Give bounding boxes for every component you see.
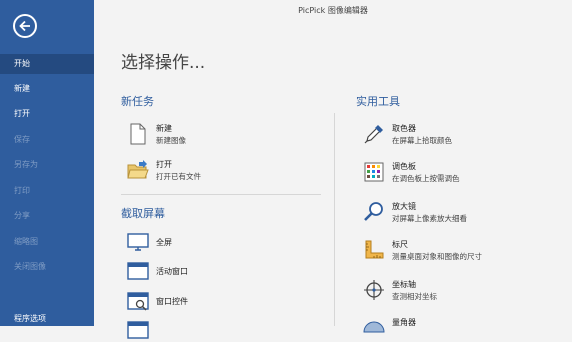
- magnifier-item[interactable]: 放大镜 对屏幕上像素放大细看: [362, 200, 562, 226]
- page-title: 选择操作...: [121, 53, 206, 73]
- open-file-item[interactable]: 打开 打开已有文件: [126, 158, 316, 184]
- open-folder-icon: [127, 160, 149, 179]
- new-image-item[interactable]: 新建 新建图像: [126, 122, 316, 148]
- ruler-icon: [365, 240, 384, 259]
- color-picker-item[interactable]: 取色器 在屏幕上拾取颜色: [362, 122, 562, 148]
- sidebar-item-options[interactable]: 程序选项: [0, 309, 94, 329]
- window-title: PicPick 图像编辑器: [298, 6, 368, 15]
- open-file-desc: 打开已有文件: [156, 172, 201, 181]
- capture-active-window-item[interactable]: 活动窗口: [126, 259, 316, 283]
- arrow-left-icon: [19, 20, 30, 32]
- magnifier-icon: [364, 202, 383, 221]
- crosshair-label: 坐标轴: [392, 280, 416, 289]
- capture-window-control-label: 窗口控件: [156, 297, 188, 306]
- palette-item[interactable]: 调色板 在调色板上按需调色: [362, 160, 562, 186]
- crosshair-item[interactable]: 坐标轴 查测相对坐标: [362, 278, 562, 304]
- color-picker-label: 取色器: [392, 124, 416, 133]
- eyedropper-icon: [364, 125, 383, 144]
- capture-fullscreen-label: 全屏: [156, 238, 172, 247]
- capture-active-window-label: 活动窗口: [156, 267, 188, 276]
- sidebar-item-print[interactable]: 打印: [0, 181, 94, 201]
- new-image-desc: 新建图像: [156, 136, 186, 145]
- open-file-label: 打开: [156, 160, 172, 169]
- crosshair-desc: 查测相对坐标: [392, 292, 437, 301]
- section-capture-heading: 截取屏幕: [121, 207, 165, 220]
- window-control-icon: [127, 292, 149, 311]
- sidebar-item-start[interactable]: 开始: [0, 54, 94, 74]
- sidebar-item-share[interactable]: 分享: [0, 206, 94, 226]
- window-icon: [127, 262, 149, 280]
- sidebar-item-open[interactable]: 打开: [0, 104, 94, 124]
- magnifier-label: 放大镜: [392, 202, 416, 211]
- section-new-task-heading: 新任务: [121, 95, 154, 108]
- region-icon: [127, 321, 149, 339]
- column-divider: [334, 113, 335, 326]
- protractor-icon: [363, 321, 385, 333]
- protractor-item[interactable]: 量角器: [362, 316, 562, 342]
- protractor-label: 量角器: [392, 318, 416, 327]
- capture-fullscreen-item[interactable]: 全屏: [126, 230, 316, 254]
- ruler-item[interactable]: 标尺 测量桌面对象和图像的尺寸: [362, 238, 562, 264]
- ruler-label: 标尺: [392, 240, 408, 249]
- new-image-label: 新建: [156, 124, 172, 133]
- palette-icon: [364, 162, 384, 182]
- section-tools-heading: 实用工具: [356, 95, 400, 108]
- back-button[interactable]: [13, 14, 37, 38]
- palette-label: 调色板: [392, 162, 416, 171]
- sidebar-item-new[interactable]: 新建: [0, 79, 94, 99]
- capture-window-control-item[interactable]: 窗口控件: [126, 289, 316, 313]
- capture-region-item[interactable]: [126, 318, 316, 342]
- sidebar-item-thumbnail[interactable]: 缩略图: [0, 232, 94, 252]
- sidebar: 开始 新建 打开 保存 另存为 打印 分享 缩略图 关闭图像 程序选项: [0, 0, 94, 326]
- sidebar-item-save-as[interactable]: 另存为: [0, 155, 94, 175]
- palette-desc: 在调色板上按需调色: [392, 174, 460, 183]
- section-divider: [121, 194, 321, 195]
- new-document-icon: [130, 123, 146, 145]
- crosshair-icon: [364, 280, 384, 300]
- ruler-desc: 测量桌面对象和图像的尺寸: [392, 252, 482, 261]
- color-picker-desc: 在屏幕上拾取颜色: [392, 136, 452, 145]
- sidebar-item-save[interactable]: 保存: [0, 130, 94, 150]
- monitor-icon: [127, 233, 149, 251]
- magnifier-desc: 对屏幕上像素放大细看: [392, 214, 467, 223]
- sidebar-item-close-image[interactable]: 关闭图像: [0, 257, 94, 277]
